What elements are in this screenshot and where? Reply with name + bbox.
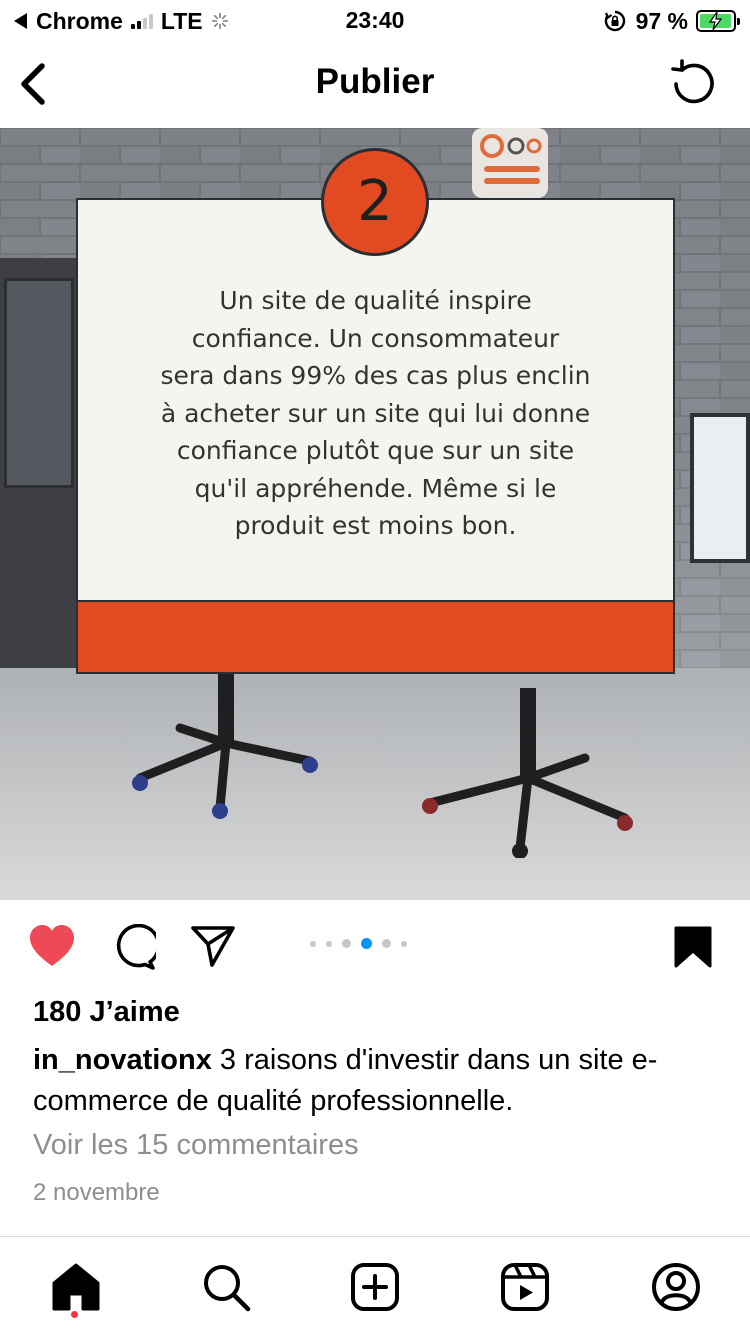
- battery-percent: 97 %: [635, 7, 688, 34]
- carousel-dot: [326, 940, 332, 947]
- slide-text-line: confiance plutôt que sur un site: [176, 436, 575, 465]
- slide-number-badge: 2: [321, 148, 429, 256]
- profile-icon[interactable]: [650, 1261, 702, 1313]
- slide-text-line: à acheter sur un site qui lui donne: [160, 398, 591, 428]
- status-bar: Chrome LTE 23:40 97 %: [0, 0, 750, 42]
- comment-icon[interactable]: [110, 924, 156, 970]
- battery-icon: [696, 10, 740, 32]
- add-post-icon[interactable]: [349, 1261, 401, 1313]
- charging-bolt-icon: [708, 12, 723, 30]
- carousel-dot: [361, 938, 372, 949]
- cabinet-glass: [4, 278, 74, 488]
- page-title: Publier: [315, 62, 435, 101]
- slide-card: Un site de qualité inspire confiance. Un…: [76, 198, 675, 674]
- slide-orange-band: [78, 600, 673, 672]
- post-caption: in_novationx 3 raisons d'investir dans u…: [33, 1040, 723, 1122]
- slide-text-line: Un site de qualité inspire: [219, 286, 532, 315]
- likes-count[interactable]: 180 J’aime: [33, 996, 180, 1029]
- bottom-navigation: [0, 1236, 750, 1334]
- refresh-icon[interactable]: [668, 58, 720, 110]
- orientation-lock-icon: [604, 10, 625, 32]
- slide-text-line: confiance. Un consommateur: [191, 323, 560, 353]
- carousel-indicator: [310, 938, 417, 949]
- reels-icon[interactable]: [499, 1261, 551, 1313]
- carousel-dot: [310, 940, 316, 947]
- carousel-dot: [401, 940, 407, 947]
- bookmark-icon[interactable]: [674, 926, 712, 968]
- post-date: 2 novembre: [33, 1179, 160, 1206]
- post-actions: [0, 900, 750, 992]
- slide-text-line: produit est moins bon.: [234, 511, 517, 540]
- header-bar: Publier: [0, 42, 750, 128]
- status-right: 97 %: [604, 7, 740, 35]
- post-username[interactable]: in_novationx: [33, 1044, 212, 1076]
- carousel-dot: [382, 939, 391, 948]
- view-comments-link[interactable]: Voir les 15 commentaires: [33, 1129, 359, 1162]
- home-notification-dot: [71, 1311, 78, 1318]
- search-icon[interactable]: [200, 1261, 252, 1313]
- post-image-carousel[interactable]: Un site de qualité inspire confiance. Un…: [0, 128, 750, 900]
- like-heart-icon[interactable]: [28, 924, 76, 968]
- slide-text-line: qu'il appréhende. Même si le: [194, 473, 557, 503]
- desk-monitor: [690, 413, 750, 563]
- carousel-dot: [342, 939, 351, 948]
- gear-logo-decoration: [472, 128, 548, 198]
- home-icon[interactable]: [50, 1261, 102, 1313]
- slide-text-line: sera dans 99% des cas plus enclin: [160, 361, 591, 390]
- office-chair-right: [422, 688, 633, 858]
- slide-text: Un site de qualité inspire confiance. Un…: [118, 282, 633, 545]
- share-send-icon[interactable]: [190, 924, 236, 968]
- office-chair-left: [132, 673, 318, 819]
